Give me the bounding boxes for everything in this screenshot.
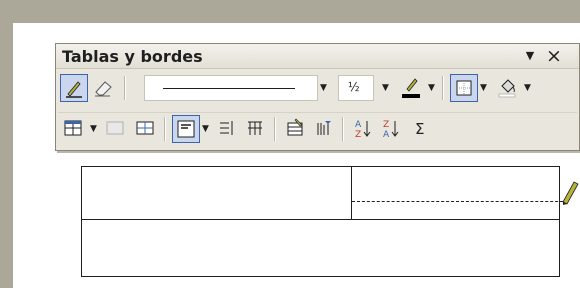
split-cells-icon[interactable] xyxy=(132,115,160,143)
line-style-arrow-icon[interactable]: ▼ xyxy=(320,83,327,93)
shading-color-icon[interactable] xyxy=(494,74,522,102)
svg-text:Z: Z xyxy=(383,120,389,130)
svg-text:Z: Z xyxy=(355,130,361,140)
toolbar-row-2: ▼ ▼ A Z Z A Σ xyxy=(58,112,577,147)
sort-ascending-icon[interactable]: A Z xyxy=(350,115,378,143)
cell-alignment-arrow-icon[interactable]: ▼ xyxy=(202,124,209,134)
border-type-arrow-icon[interactable]: ▼ xyxy=(480,83,487,93)
outside-border-icon[interactable] xyxy=(450,74,478,102)
distribute-columns-icon[interactable] xyxy=(242,115,270,143)
line-weight-value: ½ xyxy=(348,80,360,94)
eraser-icon[interactable] xyxy=(90,74,118,102)
sort-descending-icon[interactable]: Z A xyxy=(378,115,406,143)
distribute-rows-icon[interactable] xyxy=(214,115,242,143)
svg-text:A: A xyxy=(383,130,390,140)
table-autoformat-icon[interactable] xyxy=(282,115,310,143)
pencil-cursor-icon xyxy=(562,181,579,205)
toolbar-row-1: ▼ ½ ▼ ▼ ▼ ▼ xyxy=(58,72,577,106)
toolbar-titlebar[interactable]: Tablas y bordes ▼ × xyxy=(56,44,579,69)
insert-table-icon[interactable] xyxy=(60,115,88,143)
line-weight-arrow-icon[interactable]: ▼ xyxy=(382,83,389,93)
merge-cells-icon[interactable] xyxy=(102,115,130,143)
toolbar-options-arrow-icon[interactable]: ▼ xyxy=(522,49,538,65)
table-cell-top-left[interactable] xyxy=(81,166,351,220)
close-toolbar-button[interactable]: × xyxy=(543,45,565,67)
tables-and-borders-toolbar[interactable]: Tablas y bordes ▼ × ▼ ½ ▼ ▼ ▼ ▼ ▼ ▼ A Z … xyxy=(55,43,580,151)
text-direction-icon[interactable] xyxy=(310,115,338,143)
autosum-icon[interactable]: Σ xyxy=(408,115,436,143)
border-color-icon[interactable] xyxy=(398,74,426,102)
align-top-left-icon[interactable] xyxy=(172,115,200,143)
table-cell-bottom-merged[interactable] xyxy=(81,220,560,277)
table-cell-top-right[interactable] xyxy=(351,166,560,220)
insert-table-arrow-icon[interactable]: ▼ xyxy=(90,124,97,134)
svg-text:A: A xyxy=(355,120,362,130)
line-style-dropdown[interactable] xyxy=(144,75,318,101)
drawing-preview-line xyxy=(352,201,568,202)
shading-color-arrow-icon[interactable]: ▼ xyxy=(524,83,531,93)
toolbar-title: Tablas y bordes xyxy=(62,47,203,66)
border-color-arrow-icon[interactable]: ▼ xyxy=(428,83,435,93)
draw-table-pencil-icon[interactable] xyxy=(60,74,88,102)
svg-text:Σ: Σ xyxy=(415,120,424,138)
